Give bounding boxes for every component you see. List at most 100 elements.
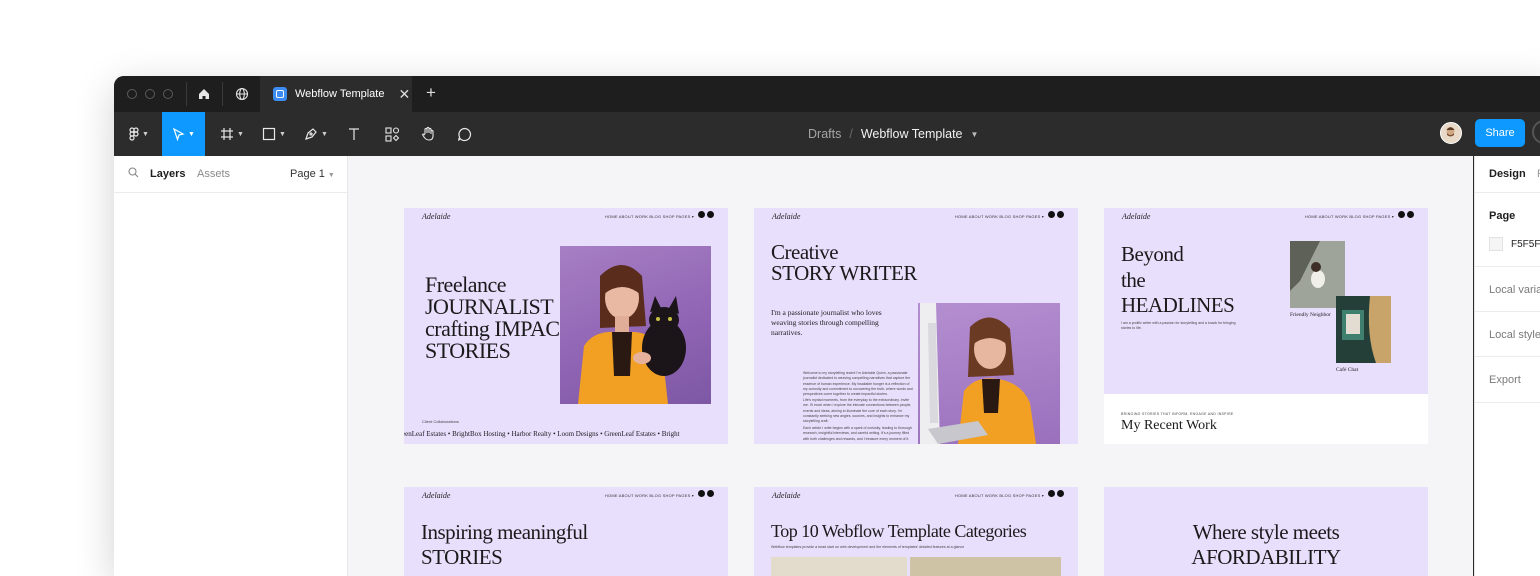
export-label: Export (1489, 374, 1521, 386)
move-tool-button[interactable]: ▼ (162, 112, 205, 156)
hand-tool-button[interactable] (416, 112, 440, 156)
title-bar: Webflow Template ✕ + (114, 76, 1540, 112)
pen-icon (305, 128, 317, 140)
frame-nav: HOME ABOUT WORK BLOG SHOP PAGES ▾ (954, 493, 1044, 498)
page-color-value[interactable]: F5F5F (1511, 239, 1540, 250)
category-image (910, 557, 1061, 576)
frame-nav-icons (696, 490, 714, 497)
photo-cafe-chat (1336, 296, 1391, 363)
layers-panel: Layers Assets Page 1 ▼ (114, 156, 348, 576)
frame-inspiring-stories[interactable]: Adelaide HOME ABOUT WORK BLOG SHOP PAGES… (404, 487, 728, 576)
frame-logo: Adelaide (772, 491, 801, 500)
category-image (771, 557, 907, 576)
hero-title-line: STORY WRITER (771, 261, 917, 285)
tab-title: Webflow Template (295, 88, 385, 100)
hero-title-line: HEADLINES (1121, 293, 1235, 318)
hero-title: Inspiring meaningful STORIES (421, 520, 588, 570)
close-window-button[interactable] (127, 89, 137, 99)
frame-logo: Adelaide (1122, 212, 1151, 221)
intro-text: I'm a passionate journalist who loves we… (771, 308, 882, 337)
hand-icon (421, 126, 434, 141)
hero-title-line: the (1121, 267, 1146, 292)
tab-layers[interactable]: Layers (150, 168, 185, 180)
rectangle-icon (262, 127, 276, 141)
body-paragraph: Each article I write begins with a spark… (803, 426, 912, 441)
figma-window: Webflow Template ✕ + ▼ ▼ ▼ ▼ ▼ Drafts / … (114, 76, 1540, 576)
local-variables-section[interactable]: Local varia (1475, 266, 1540, 312)
page-color-swatch[interactable] (1489, 237, 1503, 251)
layers-panel-header: Layers Assets Page 1 ▼ (114, 156, 347, 193)
intro-blurb: I am a prolific writer with a passion fo… (1121, 321, 1236, 331)
divider (222, 82, 223, 106)
frame-creative-story-writer[interactable]: Adelaide HOME ABOUT WORK BLOG SHOP PAGES… (754, 208, 1078, 444)
frame-logo: Adelaide (772, 212, 801, 221)
main-menu-button[interactable]: ▼ (122, 112, 156, 156)
local-variables-label: Local varia (1489, 284, 1540, 296)
recent-work-kicker: BRINGING STORIES THAT INFORM, ENGAGE AND… (1121, 412, 1234, 416)
canvas[interactable]: Adelaide HOME ABOUT WORK BLOG SHOP PAGES… (348, 156, 1473, 576)
minimize-window-button[interactable] (145, 89, 155, 99)
frame-freelance-journalist[interactable]: Adelaide HOME ABOUT WORK BLOG SHOP PAGES… (404, 208, 728, 444)
comment-tool-button[interactable] (452, 112, 476, 156)
comment-icon (457, 127, 471, 141)
chevron-down-icon[interactable]: ▼ (971, 130, 979, 139)
share-button[interactable]: Share (1475, 119, 1525, 147)
breadcrumb-separator: / (849, 127, 853, 141)
divider (186, 82, 187, 106)
new-tab-button[interactable]: + (426, 83, 436, 103)
frame-style-affordability[interactable]: Where style meets AFORDABILITY (1104, 487, 1428, 576)
frame-nav: HOME ABOUT WORK BLOG SHOP PAGES ▾ (1304, 214, 1394, 219)
section-title: Top 10 Webflow Template Categories (771, 521, 1027, 541)
frame-nav-icons (696, 211, 714, 218)
frame-nav: HOME ABOUT WORK BLOG SHOP PAGES ▾ (954, 214, 1044, 219)
frame-template-categories[interactable]: Adelaide HOME ABOUT WORK BLOG SHOP PAGES… (754, 487, 1078, 576)
hero-title-line: AFORDABILITY (1191, 545, 1341, 570)
frame-logo: Adelaide (422, 212, 451, 221)
breadcrumb: Drafts / Webflow Template ▼ (808, 112, 978, 156)
text-tool-button[interactable] (342, 112, 366, 156)
hero-title-line: Creative (771, 240, 839, 264)
frame-nav-icons (1046, 490, 1064, 497)
body-paragraph: Life's myriad moments, from the everyday… (803, 398, 912, 423)
search-icon[interactable] (128, 167, 139, 178)
tab-assets[interactable]: Assets (197, 168, 230, 180)
export-section[interactable]: Export (1475, 356, 1540, 403)
hero-title-line: STORIES (421, 545, 503, 570)
home-icon[interactable] (194, 84, 214, 104)
shape-tool-button[interactable]: ▼ (256, 112, 292, 156)
caption: Café Chat (1336, 367, 1359, 373)
hero-title: Creative STORY WRITER (771, 242, 917, 284)
hero-title: Beyond the HEADLINES (1121, 242, 1235, 319)
page-selector[interactable]: Page 1 ▼ (290, 168, 335, 180)
figma-logo-icon (129, 126, 139, 141)
file-name[interactable]: Webflow Template (861, 127, 963, 141)
tab-webflow-template[interactable]: Webflow Template ✕ (260, 76, 412, 112)
globe-icon[interactable] (232, 84, 252, 104)
frame-beyond-the-headlines[interactable]: Adelaide HOME ABOUT WORK BLOG SHOP PAGES… (1104, 208, 1428, 444)
avatar[interactable] (1440, 122, 1462, 144)
close-tab-icon[interactable]: ✕ (398, 86, 410, 103)
pen-tool-button[interactable]: ▼ (298, 112, 334, 156)
frame-tool-button[interactable]: ▼ (214, 112, 250, 156)
hero-title-line: Where style meets (1192, 520, 1340, 544)
clients-marquee: eenLeaf Estates • BrightBox Hosting • Ha… (404, 430, 680, 438)
maximize-window-button[interactable] (163, 89, 173, 99)
resources-tool-button[interactable] (380, 112, 404, 156)
clients-label: Client Collaborations (422, 419, 459, 424)
frame-logo: Adelaide (422, 491, 451, 500)
page-section-label: Page (1489, 210, 1516, 222)
caption: Friendly Neighbor (1290, 312, 1331, 318)
portrait-photo-with-cat (560, 246, 711, 404)
text-icon (349, 128, 359, 140)
local-styles-section[interactable]: Local style (1475, 311, 1540, 357)
drafts-link[interactable]: Drafts (808, 127, 841, 141)
page-selector-label: Page 1 (290, 168, 325, 180)
chevron-down-icon: ▼ (327, 172, 335, 179)
portrait-photo-at-computer (918, 303, 1060, 444)
cursor-icon (173, 127, 185, 141)
figma-file-icon (273, 87, 287, 101)
design-panel: Design P Page F5F5F Local varia Local st… (1474, 156, 1540, 576)
tab-design[interactable]: Design (1489, 168, 1526, 180)
hero-title: Where style meets AFORDABILITY (1104, 520, 1428, 570)
local-styles-label: Local style (1489, 329, 1540, 341)
